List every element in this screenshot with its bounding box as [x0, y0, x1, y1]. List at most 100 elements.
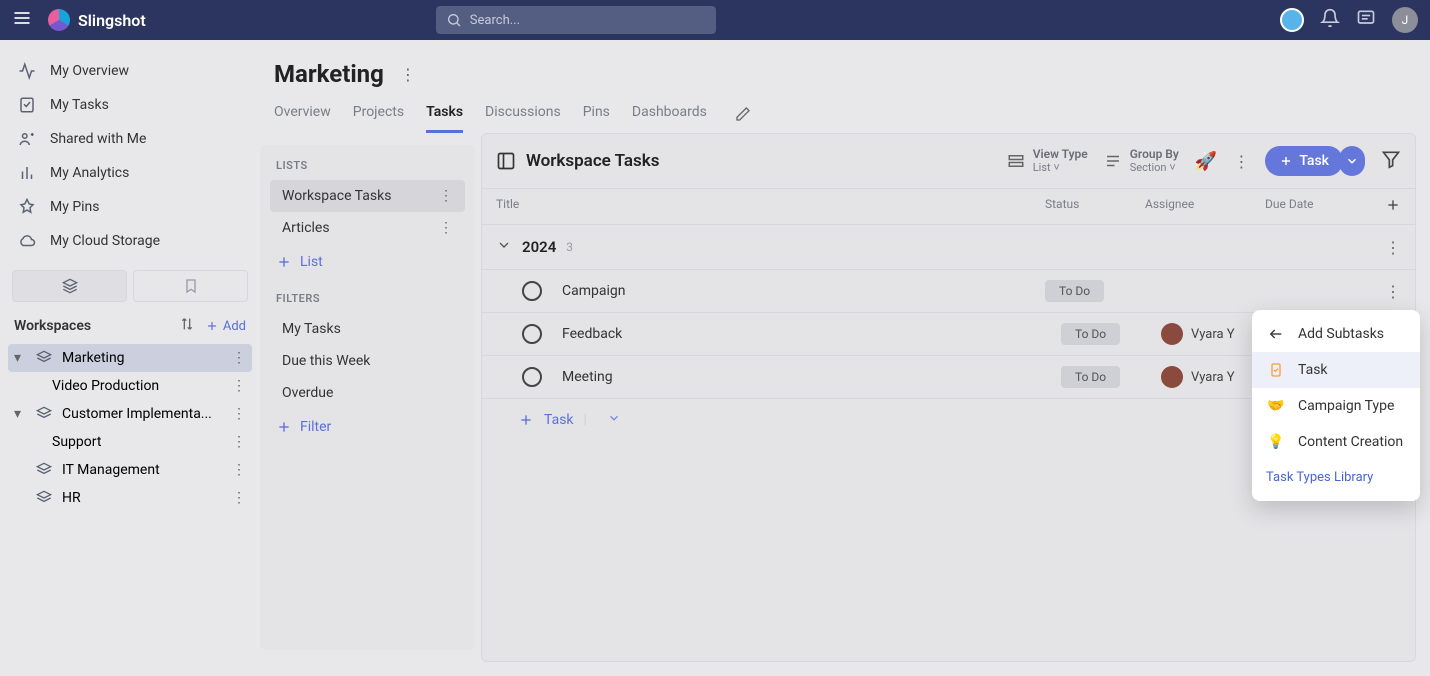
sidebar: My Overview My Tasks Shared with Me My A…	[0, 40, 260, 676]
menu-item-campaign-type[interactable]: 🤝 Campaign Type	[1252, 388, 1420, 424]
search-box[interactable]	[436, 6, 716, 34]
nav-analytics[interactable]: My Analytics	[8, 156, 252, 190]
menu-item-task[interactable]: Task	[1252, 352, 1420, 388]
tab-dashboards[interactable]: Dashboards	[632, 98, 707, 133]
workspace-marketing[interactable]: ▾ Marketing ⋮	[8, 344, 252, 372]
menu-header-label: Add Subtasks	[1298, 326, 1384, 342]
avatar	[1161, 323, 1183, 345]
col-due: Due Date	[1265, 197, 1385, 216]
user-avatar[interactable]: J	[1392, 7, 1418, 33]
nav-label: My Overview	[50, 63, 129, 79]
status-chip[interactable]: To Do	[1061, 366, 1120, 388]
list-articles[interactable]: Articles⋮	[270, 212, 465, 244]
more-dots-icon[interactable]: ⋮	[232, 406, 246, 422]
rocket-icon[interactable]: 🚀	[1195, 151, 1217, 172]
add-workspace-button[interactable]: Add	[205, 319, 246, 334]
segment-bookmark[interactable]	[133, 270, 248, 302]
status-chip[interactable]: To Do	[1045, 280, 1104, 302]
group-icon	[1104, 152, 1122, 170]
nav-label: My Cloud Storage	[50, 233, 160, 249]
page-tabs: Overview Projects Tasks Discussions Pins…	[260, 98, 1416, 133]
page-more-icon[interactable]: ⋮	[400, 65, 416, 84]
group-2024-header[interactable]: 2024 3 ⋮	[482, 225, 1415, 270]
group-more-icon[interactable]: ⋮	[1385, 238, 1401, 257]
tasks-card-header: Workspace Tasks View TypeList ˅ Group By…	[482, 134, 1415, 189]
bell-icon[interactable]	[1320, 8, 1340, 32]
tab-tasks[interactable]: Tasks	[426, 98, 463, 133]
nav-cloud[interactable]: My Cloud Storage	[8, 224, 252, 258]
filter-due-this-week[interactable]: Due this Week	[270, 345, 465, 377]
workspaces-label: Workspaces	[14, 318, 91, 334]
menu-item-label: Content Creation	[1298, 434, 1403, 450]
filter-label: Due this Week	[282, 353, 370, 369]
more-dots-icon[interactable]: ⋮	[439, 220, 453, 236]
task-complete-toggle[interactable]	[522, 367, 542, 387]
tab-discussions[interactable]: Discussions	[485, 98, 561, 133]
workspace-sub-video-production[interactable]: Video Production ⋮	[8, 372, 252, 400]
add-task-caret[interactable]	[1339, 146, 1365, 176]
nav-pins[interactable]: My Pins	[8, 190, 252, 224]
nav-my-overview[interactable]: My Overview	[8, 54, 252, 88]
workspace-it-management[interactable]: ▾ IT Management ⋮	[8, 456, 252, 484]
group-by-control[interactable]: Group BySection ˅	[1104, 148, 1179, 173]
workspace-sub-support[interactable]: Support ⋮	[8, 428, 252, 456]
search-input[interactable]	[470, 13, 706, 28]
chat-icon[interactable]	[1356, 8, 1376, 32]
workspace-hr[interactable]: ▾ HR ⋮	[8, 484, 252, 512]
add-list-button[interactable]: List	[264, 244, 471, 280]
tasks-card-title: Workspace Tasks	[526, 151, 660, 171]
task-title: Feedback	[562, 326, 1061, 342]
tab-overview[interactable]: Overview	[274, 98, 331, 133]
page-header: Marketing ⋮	[260, 54, 1416, 98]
col-assignee: Assignee	[1145, 197, 1265, 216]
add-filter-label: Filter	[300, 419, 331, 435]
menu-item-content-creation[interactable]: 💡 Content Creation	[1252, 424, 1420, 460]
layers-icon	[62, 278, 78, 294]
tab-pins[interactable]: Pins	[583, 98, 610, 133]
lists-section-label: LISTS	[264, 159, 471, 180]
panel-icon	[496, 151, 516, 171]
app-logo[interactable]: Slingshot	[48, 9, 146, 31]
nav-my-tasks[interactable]: My Tasks	[8, 88, 252, 122]
more-dots-icon[interactable]: ⋮	[232, 490, 246, 506]
add-task-button[interactable]: Task	[1265, 146, 1343, 176]
menu-header[interactable]: Add Subtasks	[1252, 316, 1420, 352]
list-workspace-tasks[interactable]: Workspace Tasks⋮	[270, 180, 465, 212]
presence-avatar[interactable]	[1280, 8, 1304, 32]
more-dots-icon[interactable]: ⋮	[232, 378, 246, 394]
menu-link-task-types-library[interactable]: Task Types Library	[1252, 460, 1420, 495]
plus-icon	[518, 412, 534, 428]
layers-icon	[36, 462, 52, 478]
hamburger-icon[interactable]	[12, 8, 32, 32]
segment-layers[interactable]	[12, 270, 127, 302]
workspace-customer-implementation[interactable]: ▾ Customer Implementa... ⋮	[8, 400, 252, 428]
sort-icon[interactable]	[179, 316, 195, 336]
filter-my-tasks[interactable]: My Tasks	[270, 313, 465, 345]
filter-overdue[interactable]: Overdue	[270, 377, 465, 409]
add-column-icon[interactable]	[1385, 197, 1401, 216]
status-chip[interactable]: To Do	[1061, 323, 1120, 345]
header-more-icon[interactable]: ⋮	[1233, 152, 1249, 171]
tab-projects[interactable]: Projects	[353, 98, 404, 133]
more-dots-icon[interactable]: ⋮	[439, 188, 453, 204]
task-complete-toggle[interactable]	[522, 324, 542, 344]
add-task-inline-caret[interactable]	[607, 411, 621, 429]
view-type-control[interactable]: View TypeList ˅	[1007, 148, 1088, 173]
add-filter-button[interactable]: Filter	[264, 409, 471, 445]
add-subtasks-menu: Add Subtasks Task 🤝 Campaign Type 💡 Cont…	[1252, 310, 1420, 501]
row-more-icon[interactable]: ⋮	[1385, 282, 1401, 301]
nav-shared[interactable]: Shared with Me	[8, 122, 252, 156]
task-complete-toggle[interactable]	[522, 281, 542, 301]
topbar: Slingshot J	[0, 0, 1430, 40]
layers-icon	[36, 490, 52, 506]
caret-down-icon[interactable]: ▾	[14, 350, 26, 366]
chevron-down-icon[interactable]	[496, 237, 512, 257]
more-dots-icon[interactable]: ⋮	[232, 350, 246, 366]
add-task-label: Task	[1299, 153, 1329, 169]
more-dots-icon[interactable]: ⋮	[232, 434, 246, 450]
edit-tabs-icon[interactable]	[735, 106, 751, 126]
caret-down-icon[interactable]: ▾	[14, 406, 26, 422]
filter-icon[interactable]	[1381, 149, 1401, 173]
more-dots-icon[interactable]: ⋮	[232, 462, 246, 478]
task-row[interactable]: Campaign To Do ⋮	[482, 270, 1415, 313]
